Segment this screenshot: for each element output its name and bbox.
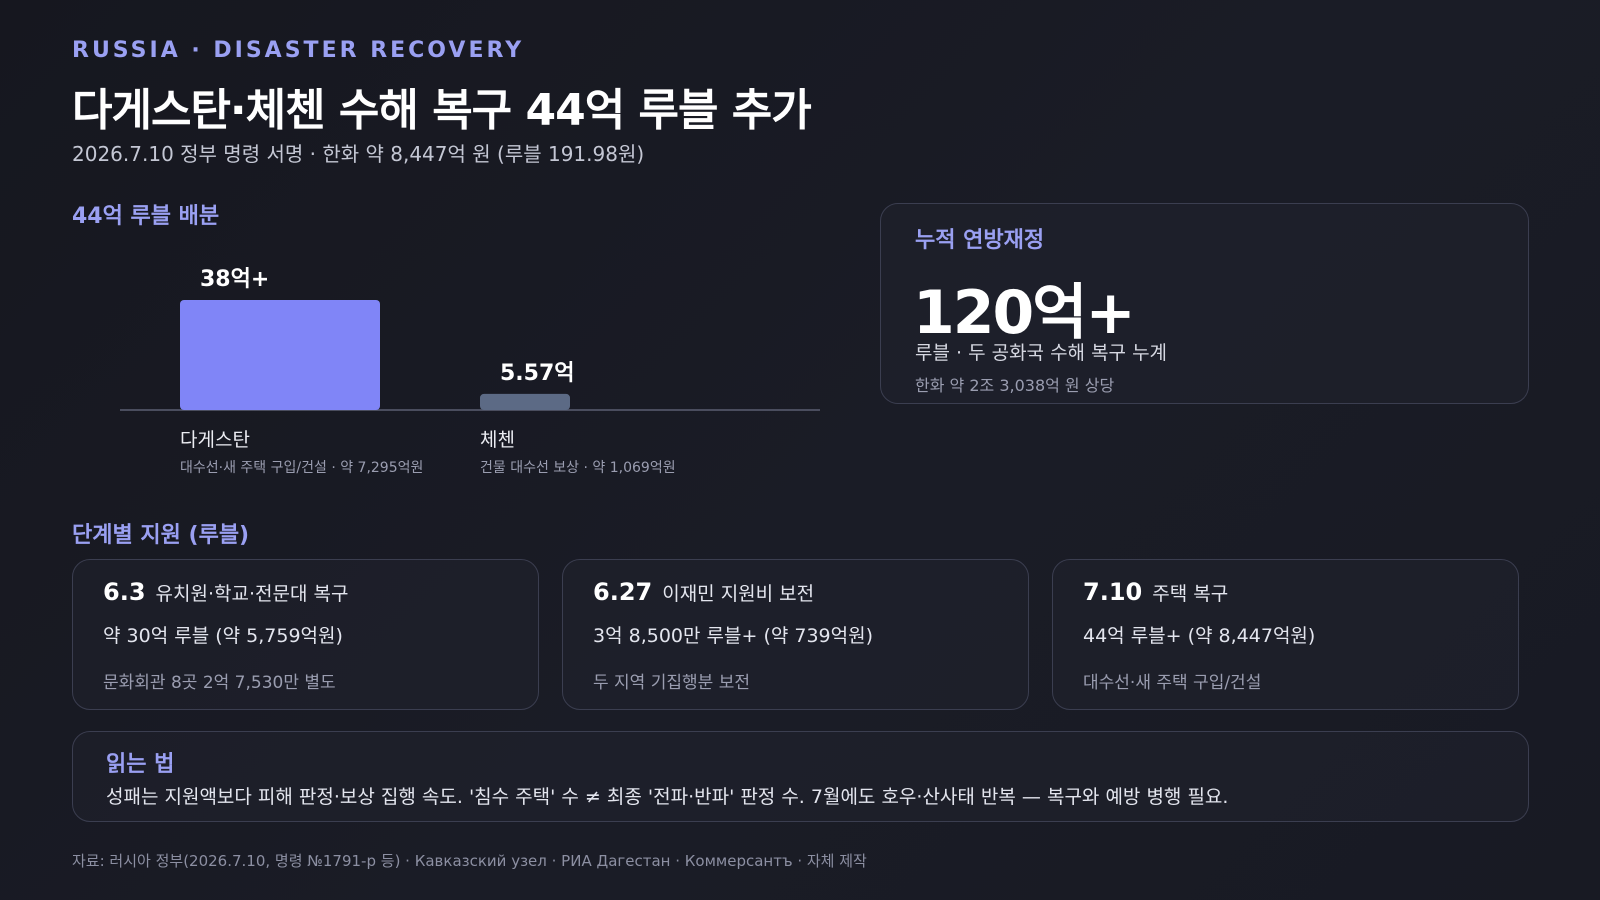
stage-note: 두 지역 기집행분 보전 xyxy=(593,673,750,693)
kpi-description: 루블 · 두 공화국 수해 복구 누계 xyxy=(915,342,1168,364)
allocation-heading: 44억 루블 배분 xyxy=(72,204,220,229)
stage-card: 6.3 유치원·학교·전문대 복구 약 30억 루블 (약 5,759억원) 문화… xyxy=(72,559,539,710)
stages-heading: 단계별 지원 (루블) xyxy=(72,523,250,548)
allocation-chart: 38억+ 다게스탄대수선·새 주택 구입/건설 · 약 7,295억원 5.57억체… xyxy=(120,267,820,476)
stage-date: 6.27 xyxy=(593,578,653,606)
bar-value-label: 5.57억 xyxy=(500,361,575,386)
stage-note: 대수선·새 주택 구입/건설 xyxy=(1083,673,1262,693)
bar-category-label: 체첸 xyxy=(480,429,515,451)
bar-value-label: 38억+ xyxy=(200,267,269,292)
reading-guide-title: 읽는 법 xyxy=(106,752,175,777)
stage-date: 6.3 xyxy=(103,578,146,606)
stage-name: 유치원·학교·전문대 복구 xyxy=(155,583,349,605)
stage-amount: 약 30억 루블 (약 5,759억원) xyxy=(103,625,343,647)
stage-note: 문화회관 8곳 2억 7,530만 별도 xyxy=(103,673,336,693)
bar-2 xyxy=(480,393,570,410)
source-note: 자료: 러시아 정부(2026.7.10, 명령 №1791-р 등) · Ка… xyxy=(72,852,867,870)
stage-amount: 3억 8,500만 루블+ (약 739억원) xyxy=(593,625,874,647)
bar-category-label: 다게스탄 xyxy=(180,429,250,451)
stage-name: 주택 복구 xyxy=(1152,583,1229,605)
bar-category-note: 대수선·새 주택 구입/건설 · 약 7,295억원 xyxy=(180,460,423,476)
stage-card: 7.10 주택 복구 44억 루블+ (약 8,447억원) 대수선·새 주택 구… xyxy=(1052,559,1519,710)
kpi-subtext: 한화 약 2조 3,038억 원 상당 xyxy=(915,376,1115,395)
stage-card: 6.27 이재민 지원비 보전 3억 8,500만 루블+ (약 739억원) 두… xyxy=(562,559,1029,710)
bar-category-note: 건물 대수선 보상 · 약 1,069억원 xyxy=(480,460,676,476)
reading-guide-text: 성패는 지원액보다 피해 판정·보상 집행 속도. '침수 주택' 수 ≠ 최종… xyxy=(106,786,1229,808)
kpi-label: 누적 연방재정 xyxy=(915,228,1045,253)
page-title: 다게스탄·체첸 수해 복구 44억 루블 추가 xyxy=(72,85,812,136)
reading-guide-card: 읽는 법 성패는 지원액보다 피해 판정·보상 집행 속도. '침수 주택' 수… xyxy=(72,731,1529,822)
kpi-card: 누적 연방재정 120억+ 루블 · 두 공화국 수해 복구 누계 한화 약 2… xyxy=(880,203,1529,404)
subtitle: 2026.7.10 정부 명령 서명 · 한화 약 8,447억 원 (루블 1… xyxy=(72,142,645,166)
stage-name: 이재민 지원비 보전 xyxy=(662,583,815,605)
eyebrow: RUSSIA · DISASTER RECOVERY xyxy=(72,38,525,63)
stage-date: 7.10 xyxy=(1083,578,1143,606)
stage-amount: 44억 루블+ (약 8,447억원) xyxy=(1083,625,1316,647)
bar-1 xyxy=(180,300,380,410)
